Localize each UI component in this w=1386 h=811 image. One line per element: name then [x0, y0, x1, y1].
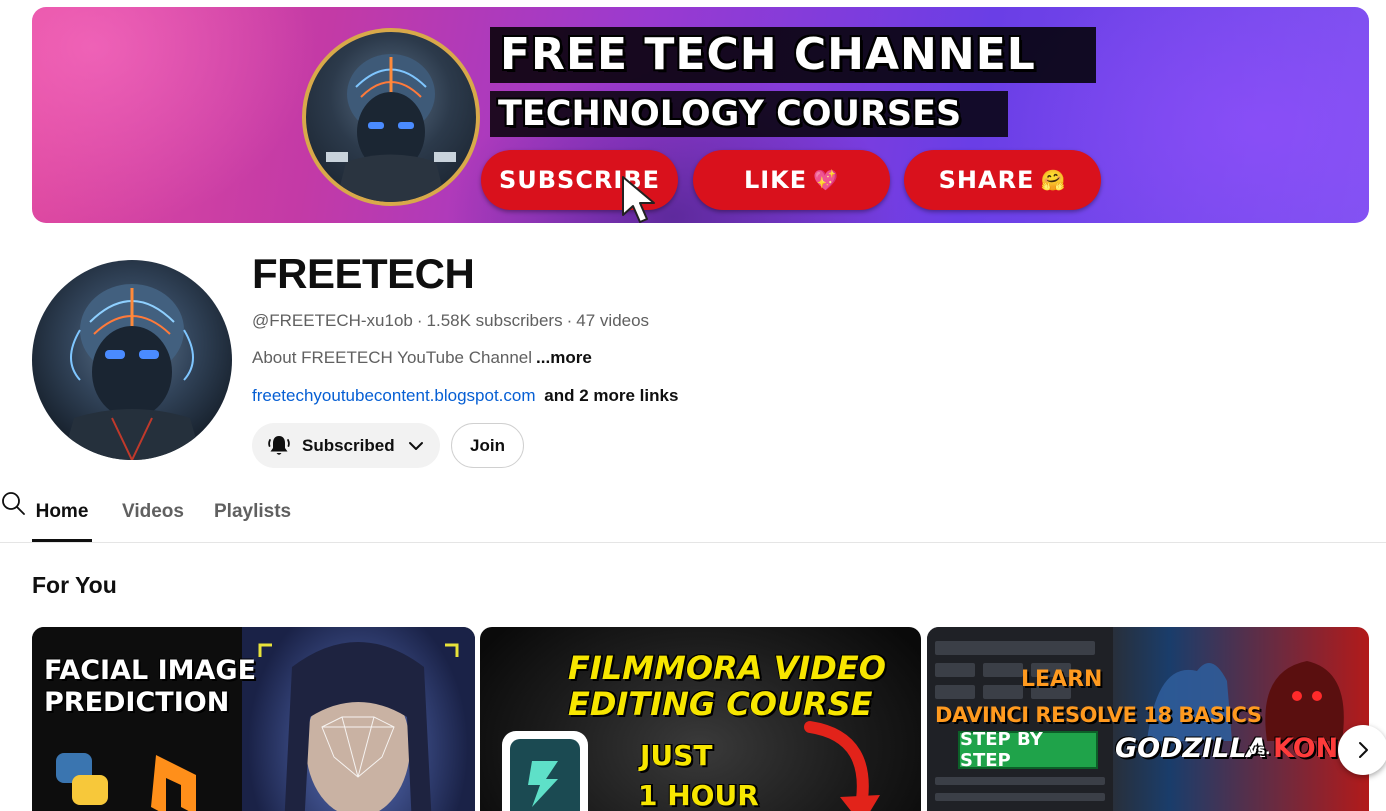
- subscribed-button[interactable]: Subscribed: [252, 423, 440, 468]
- channel-name: FREETECH: [252, 250, 475, 297]
- video-1-title-line1: FACIAL IMAGE: [44, 655, 257, 686]
- video-3-title-line3: GODZILLA: [1115, 733, 1268, 764]
- red-arrow-icon: [804, 721, 880, 811]
- channel-meta: @FREETECH-xu1ob · 1.58K subscribers · 47 vid…: [252, 310, 649, 332]
- channel-links: freetechyoutubecontent.blogspot.com and …: [252, 385, 678, 407]
- video-2-title-line4: 1 HOUR: [638, 779, 759, 811]
- bell-ring-icon: [268, 435, 290, 455]
- python-tensorflow-logos-icon: [56, 753, 196, 811]
- filmora-logo-icon: [502, 731, 588, 811]
- video-thumbnail[interactable]: LEARN DAVINCI RESOLVE 18 BASICS GODZILLA…: [927, 627, 1369, 811]
- search-icon[interactable]: [0, 490, 26, 516]
- banner-like-label: LIKE: [743, 166, 808, 194]
- face-scan-image: [242, 627, 475, 811]
- tab-home[interactable]: Home: [32, 490, 92, 542]
- channel-handle: @FREETECH-xu1ob: [252, 311, 413, 330]
- join-button[interactable]: Join: [451, 423, 524, 468]
- chevron-down-icon: [408, 441, 423, 450]
- banner-avatar-image: [302, 28, 480, 206]
- video-thumbnail[interactable]: FACIAL IMAGE PREDICTION: [32, 627, 475, 811]
- video-3-title-line1: LEARN: [1021, 667, 1103, 692]
- channel-tabs: Home Videos Playlists: [0, 490, 1386, 543]
- more-links-button[interactable]: and 2 more links: [544, 386, 678, 405]
- meta-separator: ·: [566, 311, 573, 330]
- channel-banner: FREE TECH CHANNEL TECHNOLOGY COURSES SUB…: [32, 7, 1369, 223]
- meta-separator: ·: [416, 311, 423, 330]
- banner-share-pill: SHARE 🤗: [904, 150, 1101, 210]
- subscribed-label: Subscribed: [302, 435, 395, 455]
- banner-title: FREE TECH CHANNEL: [490, 27, 1096, 83]
- banner-subtitle: TECHNOLOGY COURSES: [490, 91, 1008, 137]
- banner-share-label: SHARE: [938, 166, 1035, 194]
- video-3-step-badge: STEP BY STEP: [958, 729, 1098, 771]
- tab-videos[interactable]: Videos: [122, 490, 184, 542]
- tab-playlists[interactable]: Playlists: [214, 490, 291, 542]
- video-count: 47 videos: [576, 311, 650, 330]
- channel-external-link[interactable]: freetechyoutubecontent.blogspot.com: [252, 386, 536, 405]
- video-1-title-line2: PREDICTION: [44, 687, 230, 718]
- chevron-right-icon: [1359, 742, 1368, 758]
- carousel-next-button[interactable]: [1338, 725, 1386, 775]
- channel-avatar[interactable]: [32, 260, 232, 460]
- mouse-pointer-icon: [622, 176, 655, 223]
- video-3-title-line4: vs.: [1249, 743, 1271, 758]
- channel-about-text: About FREETECH YouTube Channel: [252, 348, 533, 367]
- video-3-title-line2: DAVINCI RESOLVE 18 BASICS: [935, 703, 1262, 727]
- video-2-title-line3: JUST: [640, 739, 713, 772]
- hugging-face-icon: 🤗: [1040, 168, 1067, 192]
- sparkling-heart-icon: 💖: [813, 168, 840, 192]
- video-2-title-line1: FILMMORA VIDEO: [568, 649, 886, 687]
- about-more-link[interactable]: ...more: [536, 348, 592, 367]
- channel-about[interactable]: About FREETECH YouTube Channel ...more: [252, 347, 592, 369]
- video-thumbnail[interactable]: FILMMORA VIDEO EDITING COURSE JUST 1 HOU…: [480, 627, 921, 811]
- join-label: Join: [470, 435, 505, 455]
- subscriber-count: 1.58K subscribers: [426, 311, 563, 330]
- section-title: For You: [32, 572, 117, 598]
- banner-like-pill: LIKE 💖: [693, 150, 890, 210]
